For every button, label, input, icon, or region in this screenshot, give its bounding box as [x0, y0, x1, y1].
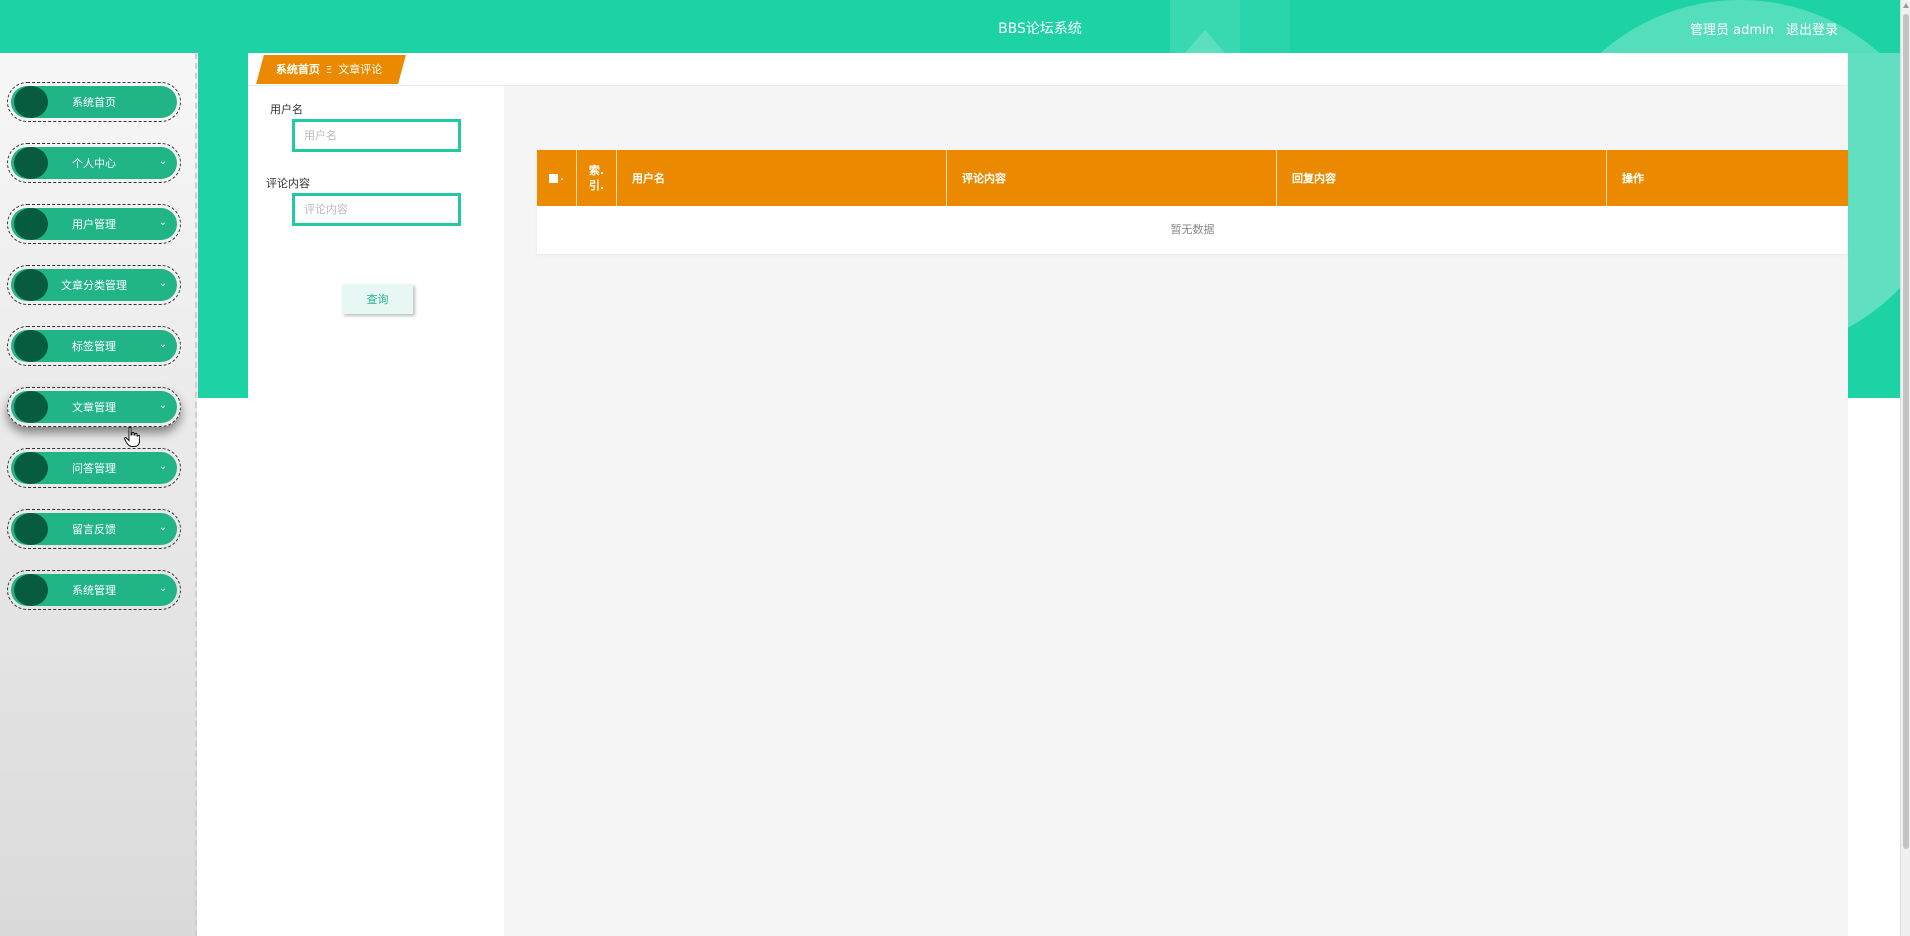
comment-label: 评论内容	[266, 177, 310, 190]
menu-pill: 标签管理 ⌄	[11, 330, 177, 362]
main-panel: 系统首页 Ξ 文章评论 用户名 评论内容 查询 . 索. 引. 用户名 评论内容 回…	[248, 53, 1848, 936]
sidebar-item-qa-management[interactable]: 问答管理 ⌄	[7, 448, 181, 488]
scroll-up-arrow-icon[interactable]	[1903, 3, 1909, 8]
app-title: BBS论坛系统	[998, 21, 1082, 37]
chevron-down-icon: ⌄	[158, 278, 167, 289]
sidebar-item-feedback[interactable]: 留言反馈 ⌄	[7, 509, 181, 549]
breadcrumb-bar: 系统首页 Ξ 文章评论	[248, 53, 1848, 86]
sidebar-item-label: 标签管理	[72, 340, 116, 353]
sidebar-item-label: 文章分类管理	[61, 279, 127, 292]
sidebar-item-label: 问答管理	[72, 462, 116, 475]
breadcrumb-home[interactable]: 系统首页	[276, 63, 320, 76]
column-header-username: 用户名	[617, 150, 947, 206]
chevron-down-icon: ⌄	[158, 583, 167, 594]
menu-pill: 系统首页	[11, 86, 177, 118]
page-scrollbar[interactable]	[1900, 0, 1910, 936]
sidebar-item-article-management[interactable]: 文章管理 ⌄	[7, 387, 181, 427]
username-label: 用户名	[270, 103, 303, 116]
menu-pill: 文章分类管理 ⌄	[11, 269, 177, 301]
column-header-reply: 回复内容	[1277, 150, 1607, 206]
menu-pill: 个人中心 ⌄	[11, 147, 177, 179]
chevron-down-icon: ⌄	[158, 156, 167, 167]
chevron-down-icon: ⌄	[158, 400, 167, 411]
menu-pill: 留言反馈 ⌄	[11, 513, 177, 545]
menu-pill: 用户管理 ⌄	[11, 208, 177, 240]
chevron-down-icon: ⌄	[158, 461, 167, 472]
empty-state-text: 暂无数据	[1170, 223, 1215, 236]
query-button[interactable]: 查询	[342, 284, 413, 314]
chevron-down-icon: ⌄	[158, 522, 167, 533]
column-header-index: 索. 引.	[577, 150, 617, 206]
sidebar-item-label: 系统管理	[72, 584, 116, 597]
comments-table: . 索. 引. 用户名 评论内容 回复内容 操作 暂无数据	[537, 150, 1848, 254]
chevron-down-icon: ⌄	[158, 339, 167, 350]
column-header-actions: 操作	[1622, 172, 1644, 185]
breadcrumb-current: 文章评论	[338, 63, 383, 76]
breadcrumb-separator-icon: Ξ	[325, 65, 333, 76]
column-header-comment: 评论内容	[947, 150, 1277, 206]
top-header: BBS论坛系统 管理员 admin 退出登录	[0, 0, 1900, 53]
user-area: 管理员 admin 退出登录	[1682, 19, 1838, 38]
sidebar-item-home[interactable]: 系统首页	[7, 82, 181, 122]
table-header: . 索. 引. 用户名 评论内容 回复内容 操作	[537, 150, 1848, 206]
sidebar-item-tag-management[interactable]: 标签管理 ⌄	[7, 326, 181, 366]
menu-pill: 文章管理 ⌄	[11, 391, 177, 423]
menu-pill: 系统管理 ⌄	[11, 574, 177, 606]
search-panel: 用户名 评论内容 查询	[248, 86, 504, 936]
username-input[interactable]	[292, 119, 461, 152]
sidebar-item-personal-center[interactable]: 个人中心 ⌄	[7, 143, 181, 183]
sidebar-item-label: 个人中心	[72, 157, 116, 170]
menu-pill: 问答管理 ⌄	[11, 452, 177, 484]
hand-pointer-icon	[124, 426, 141, 452]
scrollbar-thumb[interactable]	[1903, 14, 1909, 849]
sidebar: 系统首页 个人中心 ⌄ 用户管理 ⌄ 文章分类管理 ⌄ 标签管理 ⌄ 文章管理 …	[0, 53, 197, 936]
logout-link[interactable]: 退出登录	[1786, 23, 1838, 38]
comment-input[interactable]	[292, 193, 461, 226]
sidebar-item-system-management[interactable]: 系统管理 ⌄	[7, 570, 181, 610]
admin-user-label: 管理员 admin	[1689, 23, 1774, 38]
breadcrumb: 系统首页 Ξ 文章评论	[256, 55, 407, 85]
breadcrumb-inner: 系统首页 Ξ 文章评论	[276, 55, 382, 85]
sidebar-item-article-category[interactable]: 文章分类管理 ⌄	[7, 265, 181, 305]
chevron-down-icon: ⌄	[158, 217, 167, 228]
sidebar-item-label: 留言反馈	[72, 523, 116, 536]
sidebar-item-label: 系统首页	[72, 96, 116, 109]
sidebar-item-label: 用户管理	[72, 218, 116, 231]
select-all-column[interactable]: .	[537, 150, 577, 206]
select-all-checkbox[interactable]	[549, 173, 559, 183]
sidebar-item-user-management[interactable]: 用户管理 ⌄	[7, 204, 181, 244]
sidebar-item-label: 文章管理	[72, 401, 116, 414]
